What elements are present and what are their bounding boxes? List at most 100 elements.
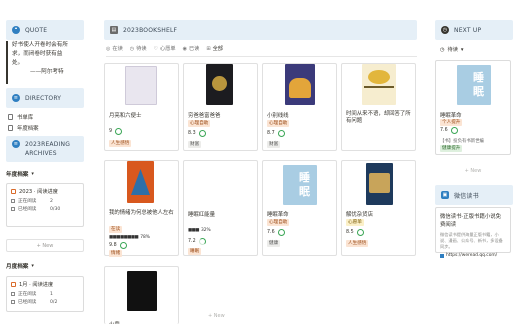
to-read-filter[interactable]: ◷ 待读 ▾ bbox=[440, 46, 464, 54]
directory-item-archive[interactable]: 年度档案 bbox=[8, 124, 39, 132]
tab-icon: ⊞ bbox=[206, 45, 211, 52]
book-card[interactable]: 小别线线 心理自助 8.7 财富 bbox=[262, 63, 337, 151]
filter-icon: ◷ bbox=[440, 46, 445, 53]
row-label: 正在阅读 bbox=[18, 292, 37, 297]
book-tag: 人生感悟 bbox=[346, 240, 369, 247]
book-tag: 个人提升 bbox=[440, 119, 463, 126]
book-cover bbox=[125, 66, 157, 105]
tab-reading[interactable]: ◎ 在读 bbox=[106, 45, 123, 53]
book-card[interactable]: 穷爸爸富爸爸 心理自助 8.3 财富 bbox=[183, 63, 258, 151]
progress-value: 32% bbox=[200, 228, 211, 233]
book-cover bbox=[366, 163, 393, 205]
tab-label: 心愿单 bbox=[160, 46, 176, 52]
book-title: 睡眠革命 bbox=[440, 113, 462, 119]
new-book-button[interactable]: + New bbox=[208, 313, 225, 319]
month-card-title-text: 1月 · 阅读进度 bbox=[19, 282, 54, 288]
checkbox-icon bbox=[11, 199, 15, 203]
year-archive-title[interactable]: 年度档案 ▾ bbox=[6, 170, 34, 178]
tab-wishlist[interactable]: ♡ 心愿单 bbox=[154, 45, 176, 53]
next-up-book-card[interactable]: 睡 眠 睡眠革命 个人提升 7.6 【书】投负有书新世编 健康提升 bbox=[435, 60, 511, 155]
tab-icon: ◉ bbox=[182, 45, 187, 52]
weread-bookmark[interactable]: 微信读书·正版书籍小说免费阅读 微信读书提供海量正版书籍，小说、漫画、公众号、新… bbox=[435, 207, 511, 258]
book-tag: 心理自助 bbox=[267, 219, 290, 226]
month-archive-title[interactable]: 月度档案 ▾ bbox=[6, 262, 34, 270]
row-value: 1 bbox=[50, 291, 53, 297]
book-tag: 睡眠 bbox=[188, 248, 202, 255]
book-rating: 8.3 bbox=[188, 130, 206, 137]
quote-header: ❝ QUOTE bbox=[6, 20, 84, 40]
book-tag: 心理自助 bbox=[188, 120, 211, 127]
book-rating: 8.7 bbox=[267, 130, 285, 137]
archive-icon: ≡ bbox=[12, 140, 20, 148]
row-label: 已经阅读 bbox=[18, 300, 37, 305]
directory-item-label: 年度档案 bbox=[17, 126, 39, 132]
directory-icon: ≡ bbox=[12, 94, 20, 102]
tab-label: 已读 bbox=[188, 46, 200, 52]
book-card[interactable]: 解忧杂货店 心愿单 8.5 人生感悟 bbox=[341, 160, 416, 256]
book-card[interactable]: 睡 眠 睡眠革命 心理自助 7.6 健康 bbox=[262, 160, 337, 256]
chevron-down-icon[interactable]: ▾ bbox=[31, 263, 34, 269]
book-tag: 人生感悟 bbox=[109, 140, 132, 147]
book-title-text: 我的情绪为何总被他人左右 bbox=[109, 210, 174, 216]
page-icon bbox=[8, 114, 13, 120]
book-rating: 7.2 bbox=[188, 238, 206, 245]
tab-icon: ◷ bbox=[129, 45, 135, 52]
row-label: 已经阅读 bbox=[18, 207, 37, 212]
tab-label: 待读 bbox=[136, 46, 147, 52]
quote-line: 处。 bbox=[12, 60, 24, 66]
book-progress: ■■■ 32% bbox=[188, 228, 211, 233]
book-card[interactable]: 火鼎 bbox=[104, 266, 179, 324]
book-card[interactable]: 睡眠红能量 ■■■ 32% 7.2 睡眠 bbox=[183, 160, 258, 256]
directory-item-booklist[interactable]: 书单库 bbox=[8, 113, 33, 121]
year-progress-card[interactable]: 2023 · 阅读进度 正在阅读 2 已经阅读 0/30 bbox=[6, 183, 84, 227]
page-icon bbox=[8, 125, 13, 131]
chevron-down-icon[interactable]: ▾ bbox=[31, 171, 34, 177]
filter-label: 待读 bbox=[447, 47, 458, 53]
book-cover bbox=[206, 64, 233, 105]
rating-value: 7.6 bbox=[440, 128, 448, 133]
row-value: 0/30 bbox=[50, 206, 61, 212]
directory-item-label: 书单库 bbox=[17, 115, 34, 121]
row-label: 正在阅读 bbox=[18, 199, 37, 204]
month-card-row: 正在阅读 1 bbox=[11, 291, 79, 297]
tab-to-read[interactable]: ◷ 待读 bbox=[129, 45, 147, 53]
book-icon: ▤ bbox=[110, 26, 118, 34]
quote-line: 求，而闭卷时获有益 bbox=[12, 51, 63, 57]
book-tag: 情绪 bbox=[109, 250, 123, 257]
progress-ring-icon bbox=[198, 238, 206, 245]
weread-icon: ▣ bbox=[441, 191, 449, 199]
book-title: 穷爸爸富爸爸 bbox=[188, 113, 221, 119]
tab-finished[interactable]: ◉ 已读 bbox=[182, 45, 200, 53]
next-up-new-button[interactable]: + New bbox=[435, 168, 511, 174]
book-progress: ■■■■■■■■ 78% bbox=[109, 235, 150, 240]
progress-bar-icon: ■■■■■■■■ bbox=[109, 235, 139, 240]
bookmark-url-text: https://weread.qq.com/ bbox=[446, 253, 498, 258]
book-rating: 9.8 bbox=[109, 242, 127, 249]
book-card[interactable]: 我的情绪为何总被他人左右 在读 ■■■■■■■■ 78% 9.8 情绪 bbox=[104, 160, 179, 257]
tab-label: 在读 bbox=[112, 46, 123, 52]
row-value: 0/2 bbox=[50, 299, 58, 305]
book-cover bbox=[285, 64, 315, 105]
book-card[interactable]: 时间从来不语，却回答了所有问题 bbox=[341, 63, 416, 151]
checkbox-icon bbox=[11, 300, 15, 304]
next-up-header-label: NEXT UP bbox=[454, 26, 482, 34]
quote-line: 好书使人开卷时会有所 bbox=[12, 42, 68, 48]
book-card[interactable]: 月亮和六便士 9 人生感悟 bbox=[104, 63, 179, 151]
book-tag: 财富 bbox=[188, 141, 202, 148]
next-up-header: ◷ NEXT UP bbox=[435, 20, 513, 40]
calendar-icon bbox=[11, 189, 16, 194]
month-progress-card[interactable]: 1月 · 阅读进度 正在阅读 1 已经阅读 0/2 bbox=[6, 276, 84, 312]
book-title: 火鼎 bbox=[109, 320, 120, 324]
book-title: 时间从来不语，却回答了所有问题 bbox=[346, 111, 414, 125]
tab-all[interactable]: ⊞ 全部 bbox=[206, 45, 223, 53]
book-tag: 心理自助 bbox=[267, 120, 290, 127]
bookshelf-header-label: 2023BOOKSHELF bbox=[123, 26, 178, 34]
tab-label: 全部 bbox=[212, 46, 223, 52]
progress-value: 78% bbox=[140, 235, 150, 240]
year-card-row: 已经阅读 0/30 bbox=[11, 206, 79, 212]
book-title: 月亮和六便士 bbox=[109, 113, 142, 119]
quote-block: 好书使人开卷时会有所 求，而闭卷时获有益 处。 ——阿尔考特 bbox=[6, 41, 81, 84]
directory-header-label: DIRECTORY bbox=[25, 94, 62, 102]
bookmark-url: https://weread.qq.com/ bbox=[440, 253, 506, 258]
year-new-button[interactable]: + New bbox=[6, 239, 84, 252]
